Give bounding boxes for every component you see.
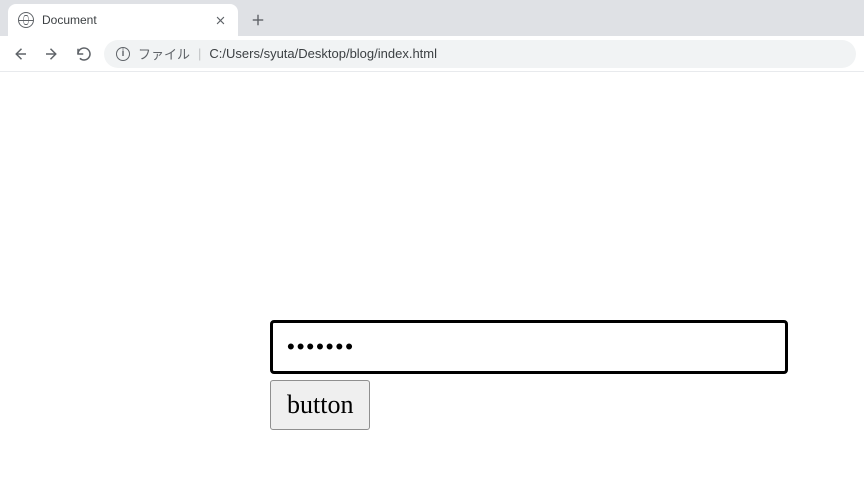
- browser-tab-strip: Document: [0, 0, 864, 36]
- reload-button[interactable]: [72, 42, 96, 66]
- form: button: [270, 320, 788, 430]
- browser-tab[interactable]: Document: [8, 4, 238, 36]
- globe-icon: [18, 12, 34, 28]
- forward-button[interactable]: [40, 42, 64, 66]
- browser-toolbar: i ファイル | C:/Users/syuta/Desktop/blog/ind…: [0, 36, 864, 72]
- submit-button[interactable]: button: [270, 380, 370, 430]
- page-content: button: [0, 72, 864, 502]
- url-scheme-label: ファイル: [138, 44, 190, 63]
- url-text: C:/Users/syuta/Desktop/blog/index.html: [209, 46, 437, 61]
- close-tab-button[interactable]: [212, 12, 228, 28]
- address-bar[interactable]: i ファイル | C:/Users/syuta/Desktop/blog/ind…: [104, 40, 856, 68]
- password-input[interactable]: [270, 320, 788, 374]
- info-icon: i: [116, 47, 130, 61]
- tab-title: Document: [42, 13, 212, 27]
- separator: |: [198, 46, 201, 61]
- new-tab-button[interactable]: [244, 6, 272, 34]
- back-button[interactable]: [8, 42, 32, 66]
